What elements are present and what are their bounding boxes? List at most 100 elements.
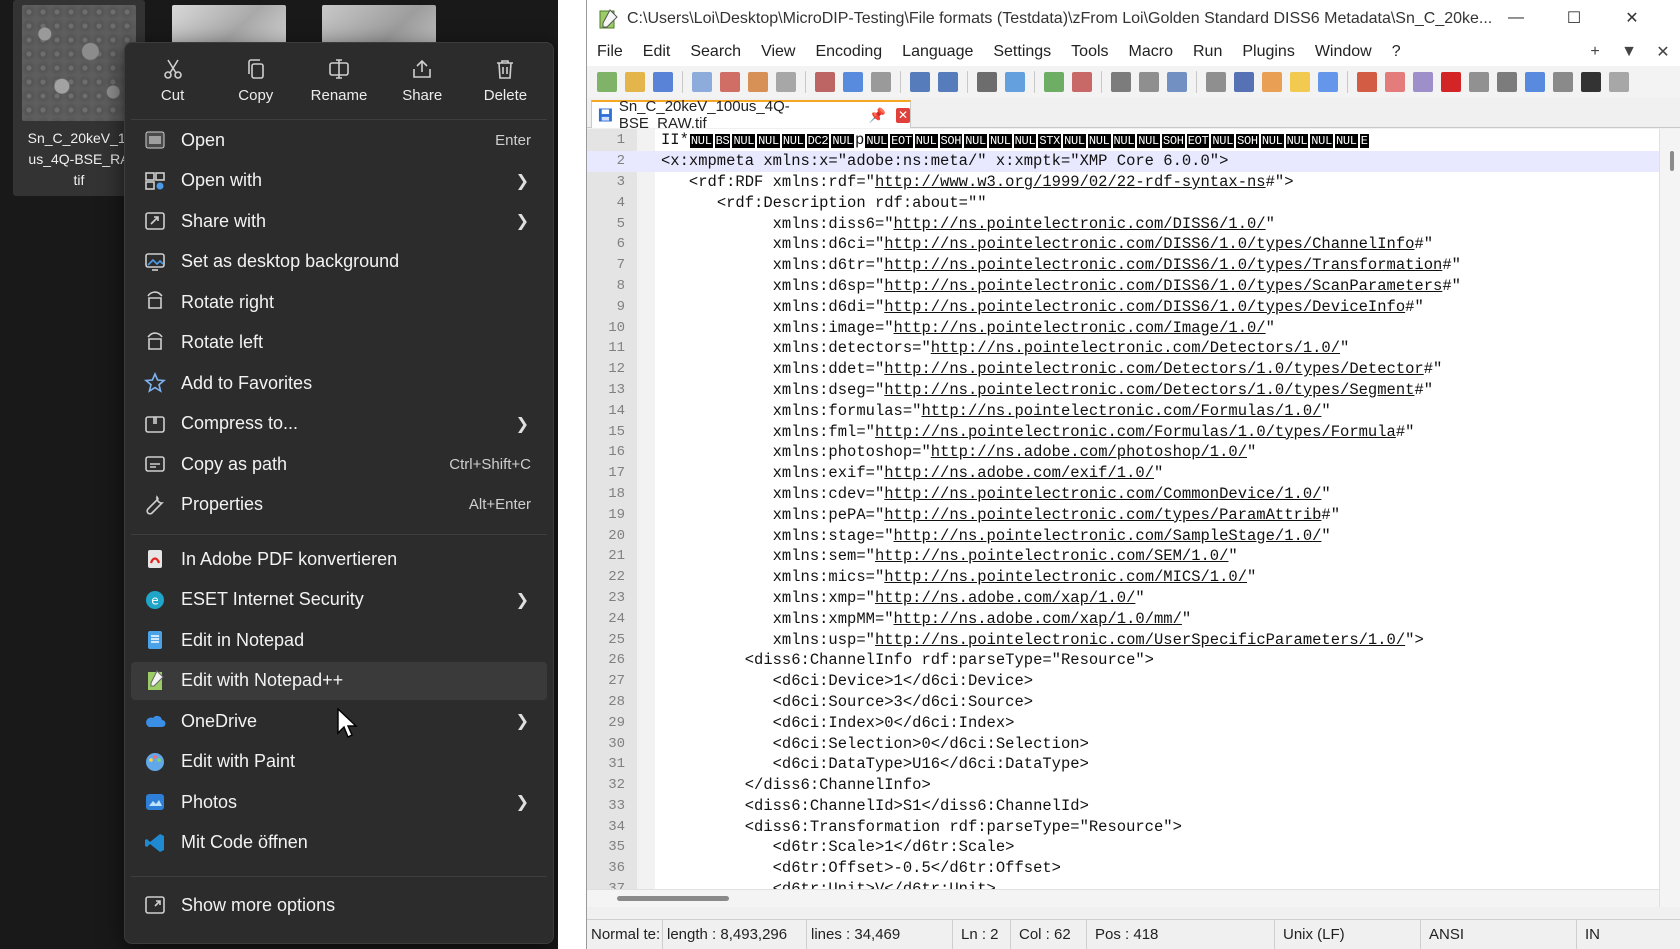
status-eol[interactable]: Unix (LF) xyxy=(1275,919,1421,949)
toolbar-button-icon[interactable] xyxy=(1441,72,1461,92)
status-encoding[interactable]: ANSI xyxy=(1421,919,1577,949)
toolbar-button-icon[interactable] xyxy=(1469,72,1489,92)
code-line[interactable]: 13 xmlns:dseg="http://ns.pointelectronic… xyxy=(587,380,1659,401)
menu-edit[interactable]: Edit xyxy=(633,43,681,61)
toolbar-button-icon[interactable] xyxy=(692,72,712,92)
code-line[interactable]: 14 xmlns:formulas="http://ns.pointelectr… xyxy=(587,400,1659,421)
toolbar-button-icon[interactable] xyxy=(776,72,796,92)
toolbar-button-icon[interactable] xyxy=(1290,72,1310,92)
code-url-link[interactable]: http://ns.pointelectronic.com/DISS6/1.0/… xyxy=(884,277,1442,295)
code-url-link[interactable]: http://ns.pointelectronic.com/Formulas/1… xyxy=(875,423,1396,441)
toolbar-button-icon[interactable] xyxy=(1044,72,1064,92)
toolbar-button-icon[interactable] xyxy=(815,72,835,92)
horizontal-scroll-thumb[interactable] xyxy=(617,896,729,901)
rename-button[interactable]: Rename xyxy=(297,43,380,119)
menu-file[interactable]: File xyxy=(587,43,633,61)
menu-item-compress-to[interactable]: Compress to... ❯ xyxy=(131,405,547,443)
menu-item-photos[interactable]: Photos ❯ xyxy=(131,783,547,821)
code-url-link[interactable]: http://ns.pointelectronic.com/DISS6/1.0/… xyxy=(884,256,1442,274)
code-line[interactable]: 19 xmlns:pePA="http://ns.pointelectronic… xyxy=(587,504,1659,525)
code-url-link[interactable]: http://ns.adobe.com/photoshop/1.0/ xyxy=(931,443,1247,461)
code-url-link[interactable]: http://ns.pointelectronic.com/MICS/1.0/ xyxy=(884,568,1247,586)
code-line[interactable]: 31 <d6ci:DataType>U16</d6ci:DataType> xyxy=(587,754,1659,775)
toolbar-button-icon[interactable] xyxy=(1553,72,1573,92)
code-url-link[interactable]: http://www.w3.org/1999/02/22-rdf-syntax-… xyxy=(875,173,1266,191)
toolbar-button-icon[interactable] xyxy=(1111,72,1131,92)
toolbar-button-icon[interactable] xyxy=(1139,72,1159,92)
menu-item-copy-as-path[interactable]: Copy as path Ctrl+Shift+C xyxy=(131,445,547,483)
code-line[interactable]: 33 <diss6:ChannelId>S1</diss6:ChannelId> xyxy=(587,796,1659,817)
menu-item-edit-in-notepad[interactable]: Edit in Notepad xyxy=(131,621,547,659)
menu-item-mit-code-ffnen[interactable]: Mit Code öffnen xyxy=(131,824,547,862)
toolbar-button-icon[interactable] xyxy=(977,72,997,92)
menu-item-set-as-desktop-background[interactable]: Set as desktop background xyxy=(131,243,547,281)
code-url-link[interactable]: http://ns.adobe.com/xap/1.0/ xyxy=(875,589,1135,607)
close-window-button[interactable]: ✕ xyxy=(1603,0,1661,36)
code-line[interactable]: 9 xmlns:d6di="http://ns.pointelectronic.… xyxy=(587,296,1659,317)
toolbar-button-icon[interactable] xyxy=(1357,72,1377,92)
menu-help[interactable]: ? xyxy=(1382,43,1411,61)
code-url-link[interactable]: http://ns.pointelectronic.com/Detectors/… xyxy=(884,381,1414,399)
code-line[interactable]: 30 <d6ci:Selection>0</d6ci:Selection> xyxy=(587,733,1659,754)
code-url-link[interactable]: http://ns.pointelectronic.com/Formulas/1… xyxy=(921,402,1321,420)
toolbar-button-icon[interactable] xyxy=(871,72,891,92)
menu-search[interactable]: Search xyxy=(680,43,751,61)
horizontal-scrollbar[interactable] xyxy=(587,889,1659,907)
code-line[interactable]: 17 xmlns:exif="http://ns.adobe.com/exif/… xyxy=(587,463,1659,484)
menu-item-eset-internet-security[interactable]: e ESET Internet Security ❯ xyxy=(131,581,547,619)
code-url-link[interactable]: http://ns.adobe.com/xap/1.0/mm/ xyxy=(894,610,1182,628)
toolbar-button-icon[interactable] xyxy=(1005,72,1025,92)
menu-run[interactable]: Run xyxy=(1183,43,1232,61)
menu-settings[interactable]: Settings xyxy=(983,43,1061,61)
toolbar-button-icon[interactable] xyxy=(1167,72,1187,92)
maximize-button[interactable]: ☐ xyxy=(1545,0,1603,36)
menu-item-open[interactable]: Open Enter xyxy=(131,121,547,159)
close-tab-button[interactable]: ✕ xyxy=(1646,42,1680,62)
code-line[interactable]: 36 <d6tr:Offset>-0.5</d6tr:Offset> xyxy=(587,858,1659,879)
code-line[interactable]: 35 <d6tr:Scale>1</d6tr:Scale> xyxy=(587,837,1659,858)
code-line[interactable]: 32 </diss6:ChannelInfo> xyxy=(587,775,1659,796)
code-line[interactable]: 4 <rdf:Description rdf:about="" xyxy=(587,192,1659,213)
code-line[interactable]: 10 xmlns:image="http://ns.pointelectroni… xyxy=(587,317,1659,338)
vertical-scrollbar[interactable] xyxy=(1659,129,1680,907)
menu-item-add-to-favorites[interactable]: Add to Favorites xyxy=(131,364,547,402)
code-line[interactable]: 8 xmlns:d6sp="http://ns.pointelectronic.… xyxy=(587,276,1659,297)
code-url-link[interactable]: http://ns.pointelectronic.com/types/Para… xyxy=(884,506,1321,524)
cut-button[interactable]: Cut xyxy=(131,43,214,119)
toolbar-button-icon[interactable] xyxy=(1497,72,1517,92)
toolbar-button-icon[interactable] xyxy=(720,72,740,92)
code-line[interactable]: 28 <d6ci:Source>3</d6ci:Source> xyxy=(587,692,1659,713)
menu-item-show-more-options[interactable]: Show more options xyxy=(131,886,547,924)
code-url-link[interactable]: http://ns.pointelectronic.com/Detectors/… xyxy=(931,339,1340,357)
code-url-link[interactable]: http://ns.pointelectronic.com/DISS6/1.0/… xyxy=(884,235,1414,253)
menu-item-rotate-right[interactable]: Rotate right xyxy=(131,283,547,321)
toolbar-button-icon[interactable] xyxy=(625,72,645,92)
code-line[interactable]: 26 <diss6:ChannelInfo rdf:parseType="Res… xyxy=(587,650,1659,671)
code-line[interactable]: 12 xmlns:ddet="http://ns.pointelectronic… xyxy=(587,359,1659,380)
code-url-link[interactable]: http://ns.pointelectronic.com/CommonDevi… xyxy=(884,485,1321,503)
toolbar-button-icon[interactable] xyxy=(748,72,768,92)
toolbar-button-icon[interactable] xyxy=(1206,72,1226,92)
code-url-link[interactable]: http://ns.adobe.com/exif/1.0/ xyxy=(884,464,1154,482)
delete-button[interactable]: Delete xyxy=(464,43,547,119)
menu-plugins[interactable]: Plugins xyxy=(1232,43,1304,61)
new-tab-button[interactable]: + xyxy=(1578,43,1612,61)
code-line[interactable]: 20 xmlns:stage="http://ns.pointelectroni… xyxy=(587,525,1659,546)
toolbar-button-icon[interactable] xyxy=(910,72,930,92)
menu-tools[interactable]: Tools xyxy=(1061,43,1118,61)
menu-item-open-with[interactable]: Open with ❯ xyxy=(131,162,547,200)
menu-view[interactable]: View xyxy=(751,43,805,61)
toolbar-button-icon[interactable] xyxy=(1318,72,1338,92)
menu-item-edit-with-notepad[interactable]: Edit with Notepad++ xyxy=(131,661,547,700)
code-line[interactable]: 25 xmlns:usp="http://ns.pointelectronic.… xyxy=(587,629,1659,650)
toolbar-button-icon[interactable] xyxy=(1262,72,1282,92)
code-url-link[interactable]: http://ns.pointelectronic.com/UserSpecif… xyxy=(875,631,1405,649)
toolbar-button-icon[interactable] xyxy=(1385,72,1405,92)
menu-item-in-adobe-pdf-konvertieren[interactable]: In Adobe PDF konvertieren xyxy=(131,540,547,578)
menu-item-properties[interactable]: Properties Alt+Enter xyxy=(131,486,547,524)
menu-window[interactable]: Window xyxy=(1305,43,1382,61)
minimize-button[interactable]: — xyxy=(1487,0,1545,36)
code-line[interactable]: 15 xmlns:fml="http://ns.pointelectronic.… xyxy=(587,421,1659,442)
code-line[interactable]: 18 xmlns:cdev="http://ns.pointelectronic… xyxy=(587,484,1659,505)
toolbar-button-icon[interactable] xyxy=(938,72,958,92)
